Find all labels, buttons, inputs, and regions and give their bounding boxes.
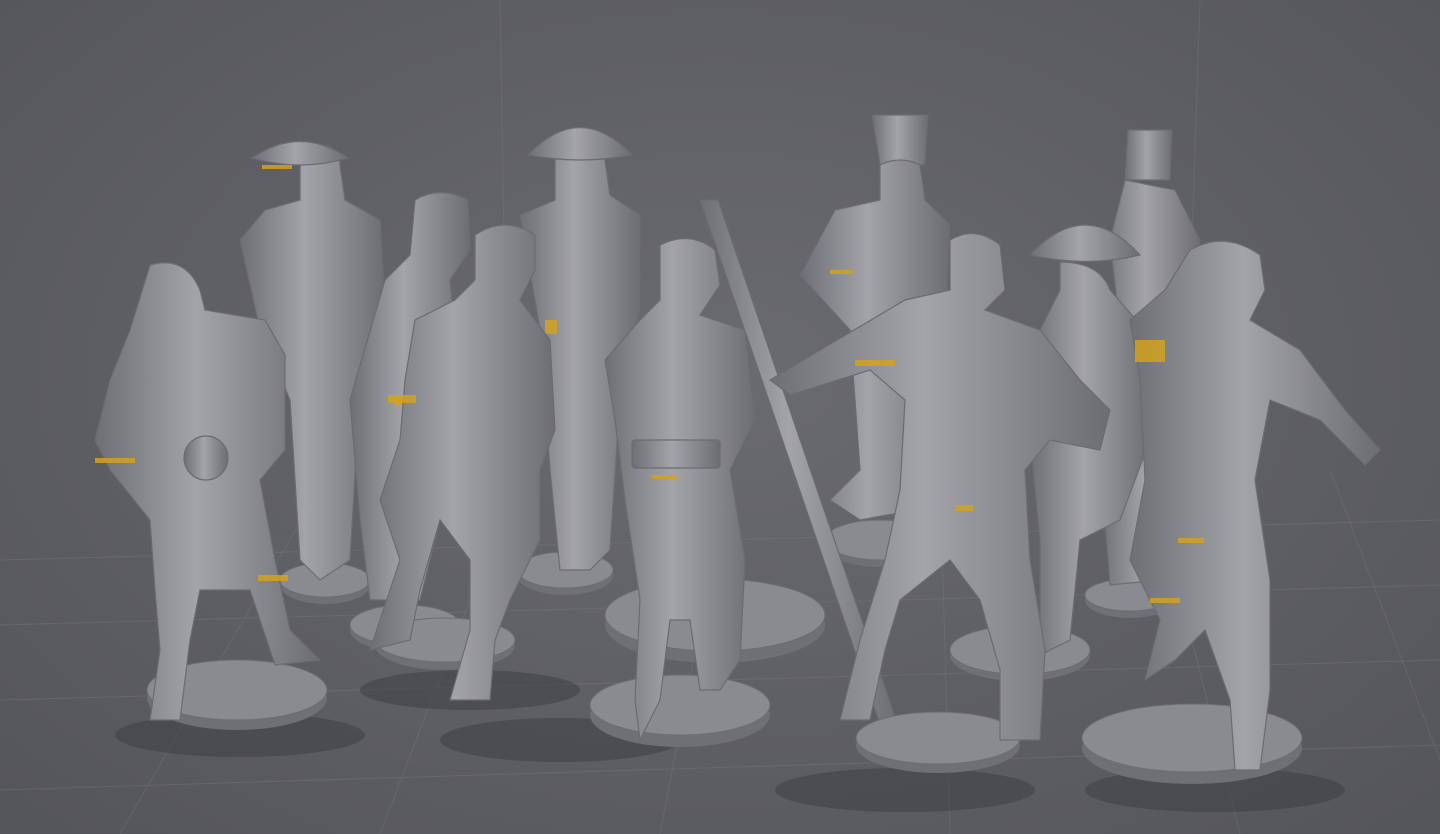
scene-canvas[interactable] xyxy=(0,0,1440,834)
3d-viewport[interactable] xyxy=(0,0,1440,834)
